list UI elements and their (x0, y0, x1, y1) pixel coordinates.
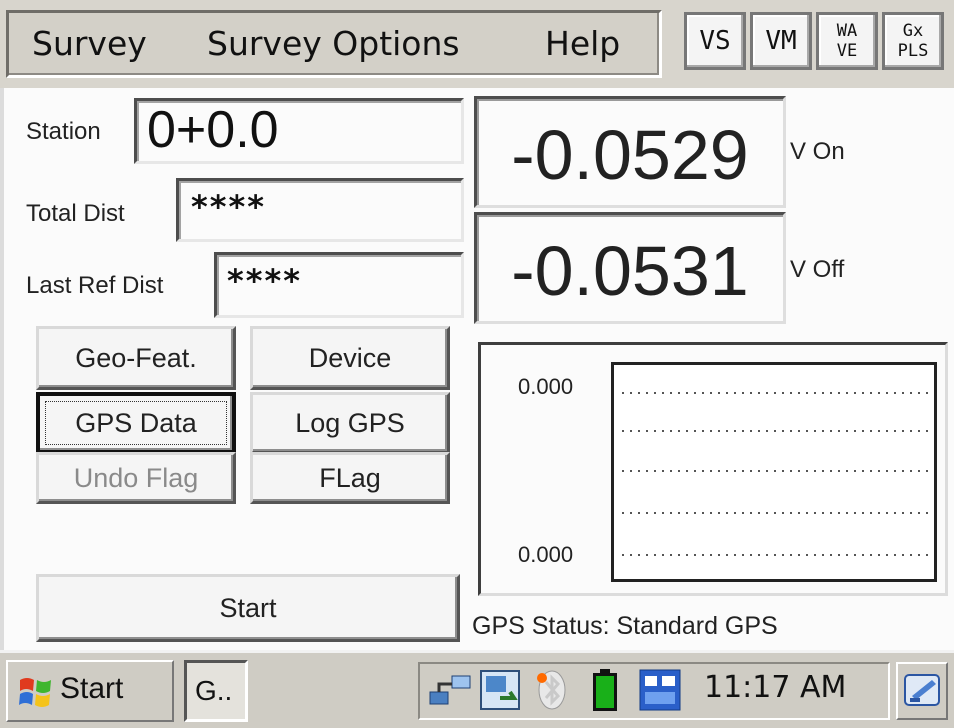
chart-plot-area (611, 362, 937, 582)
sync-icon[interactable] (478, 668, 522, 712)
bluetooth-icon[interactable] (530, 668, 574, 712)
gps-data-label: GPS Data (40, 396, 232, 450)
vm-label: VM (765, 26, 797, 56)
station-field[interactable]: 0+0.0 (134, 98, 464, 164)
vm-button[interactable]: VM (750, 12, 812, 70)
last-ref-dist-field[interactable]: **** (214, 252, 464, 318)
start-button[interactable]: Start (36, 574, 460, 642)
menu-survey-options[interactable]: Survey Options (207, 22, 507, 66)
menu-help-label: Help (545, 24, 621, 63)
clock[interactable]: 11:17 AM (704, 670, 846, 705)
v-off-unit: V Off (790, 256, 845, 283)
menu-survey-label: Survey (32, 24, 147, 63)
battery-icon[interactable] (590, 668, 620, 712)
desktop-icon (904, 674, 940, 706)
last-ref-dist-label: Last Ref Dist (26, 272, 164, 299)
gx-pls-label-bottom: PLS (897, 41, 929, 61)
wave-label-top: WA (836, 21, 858, 41)
task-button[interactable]: G.. (184, 660, 248, 722)
gx-pls-button[interactable]: Gx PLS (882, 12, 944, 70)
windows-flag-icon (19, 678, 51, 707)
flag-button[interactable]: FLag (250, 452, 450, 504)
device-button[interactable]: Device (250, 326, 450, 390)
v-off-readout: -0.0531 (474, 212, 786, 324)
menu-help[interactable]: Help (545, 22, 635, 66)
chart-y-bottom-label: 0.000 (518, 542, 574, 567)
gps-data-button[interactable]: GPS Data (36, 392, 236, 454)
chart-grid (622, 392, 928, 556)
gps-status: GPS Status: Standard GPS (472, 612, 778, 640)
log-gps-button[interactable]: Log GPS (250, 392, 450, 454)
station-label: Station (26, 118, 101, 145)
v-on-readout: -0.0529 (474, 96, 786, 208)
menu-survey[interactable]: Survey (32, 22, 166, 66)
wave-label-bottom: VE (836, 41, 858, 61)
desktop-button[interactable] (896, 662, 948, 720)
total-dist-field[interactable]: **** (176, 178, 464, 242)
network-icon[interactable] (428, 668, 472, 712)
total-dist-label: Total Dist (26, 200, 125, 227)
input-panel-icon[interactable] (638, 668, 682, 712)
vs-label: VS (699, 26, 731, 56)
start-menu-button[interactable]: Start (6, 660, 174, 722)
vs-button[interactable]: VS (684, 12, 746, 70)
menu-bar: Survey Survey Options Help VS VM WA VE G… (0, 0, 954, 88)
task-label: G.. (195, 675, 233, 706)
start-label: Start (60, 672, 124, 705)
menu-survey-options-label: Survey Options (207, 24, 460, 63)
v-on-unit: V On (790, 138, 845, 165)
gx-pls-label-top: Gx (902, 21, 924, 41)
chart-y-top-label: 0.000 (518, 374, 574, 399)
geo-feat-button[interactable]: Geo-Feat. (36, 326, 236, 390)
wave-button[interactable]: WA VE (816, 12, 878, 70)
undo-flag-button[interactable]: Undo Flag (36, 452, 236, 504)
